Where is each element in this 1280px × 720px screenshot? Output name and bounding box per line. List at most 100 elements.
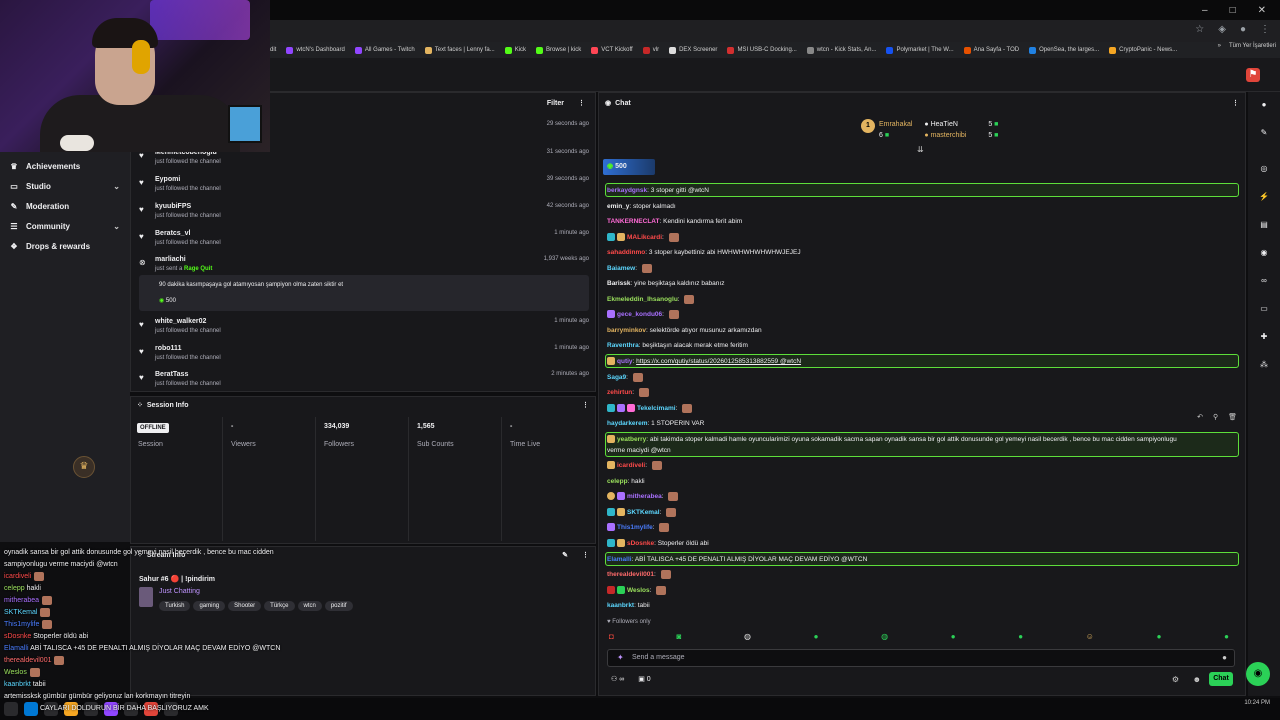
camera-icon[interactable]: ◎ — [1256, 164, 1272, 178]
chat-message[interactable]: Raventhra: beşiktaşın alacak merak etme … — [607, 340, 1237, 351]
bookmark-item[interactable]: dit — [270, 47, 276, 53]
chat-message[interactable]: Weslos: — [607, 585, 1237, 596]
document-icon[interactable]: ▤ — [1256, 220, 1272, 234]
chat-message[interactable]: emin_y: stoper kalmadı — [607, 201, 1237, 212]
emote-icon[interactable]: ● — [814, 632, 819, 641]
share-icon[interactable]: ⁂ — [1256, 360, 1272, 374]
chat-icon[interactable]: ◉ — [1256, 248, 1272, 262]
chat-message[interactable]: Ekmeleddin_Ihsanoglu: — [607, 294, 1237, 305]
chat-message[interactable]: sahaddinmo: 3 stoper kaybettiniz abi HWH… — [607, 247, 1237, 258]
feed-menu-icon[interactable]: ⋮ — [578, 99, 585, 107]
chat-message[interactable]: Barissk: yine beşiktaşa kaldınız babanız — [607, 278, 1237, 289]
all-bookmarks-button[interactable]: Tüm Yer İşaretleri — [1229, 43, 1276, 49]
bookmark-item[interactable]: vlr — [642, 46, 659, 54]
chat-message[interactable]: qutiy: https://x.com/qutiy/status/202601… — [607, 356, 1237, 367]
stream-tag[interactable]: pozitif — [324, 601, 353, 611]
emote-icon[interactable]: ◘ — [609, 632, 614, 641]
info-icon[interactable]: ● — [1256, 100, 1272, 114]
chat-message[interactable]: haydarkerem: 1 STOPERIN VAR — [607, 418, 1237, 429]
logo-icon[interactable]: ⚑ — [1246, 68, 1260, 82]
bookmark-item[interactable]: Kick — [504, 46, 526, 54]
bookmark-item[interactable]: DEX Screener — [669, 46, 717, 54]
emote-icon[interactable]: ● — [1224, 632, 1229, 641]
chat-message[interactable]: Tekelcimami: — [607, 403, 1237, 414]
bookmark-item[interactable]: wtcn - Kick Stats, An... — [806, 46, 876, 54]
profile-icon[interactable]: ● — [1240, 24, 1246, 35]
chat-message[interactable]: MALikcardi: — [607, 232, 1237, 243]
stream-tag[interactable]: wtcn — [297, 601, 322, 611]
lightning-icon[interactable]: ⚡ — [1256, 192, 1272, 206]
sidebar-item-community[interactable]: ☰ Community ⌄ — [0, 216, 130, 236]
chat-message[interactable]: berkaydgnsk: 3 stoper gitti @wtcN — [607, 185, 1237, 196]
users-icon[interactable]: ⚇ ∞ — [611, 675, 624, 683]
chat-message[interactable]: therealdevil001: — [607, 569, 1237, 580]
emoji-icon[interactable]: ● — [1222, 653, 1227, 662]
bookmark-item[interactable]: MSI USB-C Docking... — [727, 46, 797, 54]
chat-message[interactable]: SKTKemal: — [607, 507, 1237, 518]
chat-message[interactable]: zehirtun: — [607, 387, 1237, 398]
panel-menu-icon[interactable]: ⋮ — [582, 551, 589, 559]
filter-button[interactable]: Filter — [547, 100, 564, 107]
close-window-button[interactable]: ✕ — [1258, 5, 1266, 16]
emote-picker-icon[interactable]: ✦ — [617, 653, 624, 662]
chat-message[interactable]: icardiveli: — [607, 460, 1237, 471]
emote-icon[interactable]: ● — [1018, 632, 1023, 641]
pinned-gift-badge[interactable]: ◉ 500 — [603, 159, 655, 175]
send-chat-button[interactable]: Chat — [1209, 672, 1233, 686]
bookmark-item[interactable]: Ana Sayfa - TOD — [963, 46, 1019, 54]
chat-message[interactable]: gece_kondu06: — [607, 309, 1237, 320]
sidebar-item-achievements[interactable]: ♛ Achievements — [0, 156, 130, 176]
emote-icon[interactable]: ● — [1157, 632, 1162, 641]
chat-message[interactable]: celepp: hakli — [607, 476, 1237, 487]
chat-message[interactable]: mitherabea: — [607, 491, 1237, 502]
edit-icon[interactable]: ✎ — [1256, 128, 1272, 142]
bookmark-item[interactable]: Browse | kick — [536, 46, 581, 54]
chat-message[interactable]: sDosnke: Stoperler öldü abi — [607, 538, 1237, 549]
emote-icon[interactable]: ◙ — [677, 632, 682, 641]
chat-message-input[interactable]: Send a message — [607, 649, 1235, 667]
chat-users-icon[interactable]: ☻ — [1193, 675, 1201, 684]
emote-icon[interactable]: ☺ — [1086, 632, 1094, 641]
chat-message[interactable]: TANKERNECLAT: Kendini kandırma ferit abi… — [607, 216, 1237, 227]
bookmark-item[interactable]: Text faces | Lenny fa... — [424, 46, 495, 54]
monitor-icon[interactable]: ▭ — [1256, 304, 1272, 318]
delete-icon[interactable]: 🗑 — [1228, 413, 1237, 421]
emote-icon[interactable]: ◍ — [881, 632, 888, 641]
collapse-icon[interactable]: ⇊ — [917, 145, 924, 154]
sidebar-item-moderation[interactable]: ✎ Moderation — [0, 196, 130, 216]
more-bookmarks-button[interactable]: » — [1218, 43, 1221, 49]
bookmark-item[interactable]: OpenSea, the larges... — [1029, 46, 1099, 54]
wrench-icon[interactable]: ✚ — [1256, 332, 1272, 346]
link-icon[interactable]: ∞ — [1256, 276, 1272, 290]
minimize-button[interactable]: – — [1202, 5, 1208, 16]
chat-message[interactable]: This1mylife: — [607, 522, 1237, 533]
drag-handle-icon[interactable]: ⁘ — [137, 401, 143, 409]
bookmark-item[interactable]: CryptoPanic - News... — [1109, 46, 1177, 54]
bookmark-item[interactable]: wtcN's Dashboard — [286, 46, 345, 54]
bookmark-item[interactable]: All Games - Twitch — [354, 46, 415, 54]
chat-link[interactable]: https://x.com/qutiy/status/2026012585313… — [636, 358, 801, 365]
support-chat-button[interactable]: ◉ — [1246, 662, 1270, 686]
menu-icon[interactable]: ⋮ — [1260, 24, 1270, 35]
chat-message[interactable]: barryminkov: selektörde atıyor musunuz a… — [607, 325, 1237, 336]
sidebar-item-drops-rewards[interactable]: ❖ Drops & rewards — [0, 236, 130, 256]
chat-message[interactable]: kaanbrkt: tabii — [607, 600, 1237, 611]
panel-menu-icon[interactable]: ⋮ — [582, 401, 589, 409]
chat-message[interactable]: yeatberry: abi takimda stoper kalmadi ha… — [607, 434, 1237, 445]
sidebar-item-studio[interactable]: ▭ Studio ⌄ — [0, 176, 130, 196]
edit-icon[interactable]: ✎ — [562, 551, 568, 559]
settings-gear-icon[interactable]: ⚙ — [1172, 675, 1179, 684]
chat-message[interactable]: Baiamew: — [607, 263, 1237, 274]
maximize-button[interactable]: □ — [1230, 5, 1236, 16]
chat-message[interactable]: Saga9: — [607, 372, 1237, 383]
extension-icon[interactable]: ◈ — [1218, 24, 1226, 35]
chat-menu-icon[interactable]: ⋮ — [1232, 99, 1239, 107]
crown-badge-icon[interactable]: ♛ — [73, 456, 95, 478]
emote-icon[interactable]: ◍ — [744, 632, 751, 641]
reply-icon[interactable]: ↶ — [1197, 413, 1203, 421]
bookmark-item[interactable]: VCT Kickoff — [591, 46, 633, 54]
bookmark-item[interactable]: Polymarket | The W... — [886, 46, 954, 54]
chat-message[interactable]: Elamalli: ABİ TALISCA +45 DE PENALTI ALM… — [607, 554, 1237, 565]
emote-icon[interactable]: ● — [951, 632, 956, 641]
pin-icon[interactable]: ⚲ — [1213, 413, 1218, 421]
